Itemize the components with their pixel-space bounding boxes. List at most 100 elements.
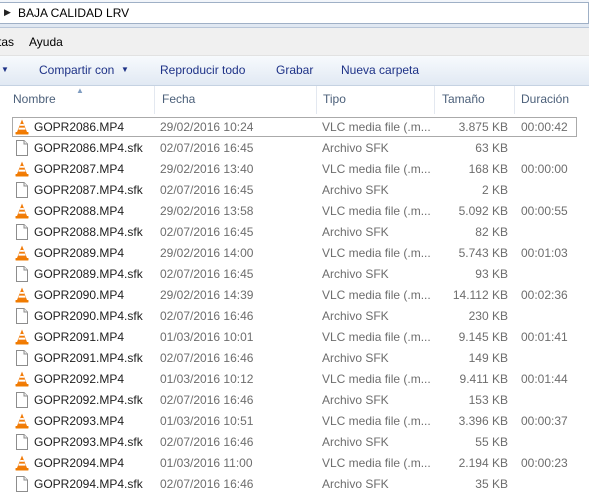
column-name[interactable]: Nombre — [13, 92, 56, 106]
file-row[interactable]: GOPR2087.MP4.sfk 02/07/2016 16:45 Archivo … — [0, 180, 589, 201]
file-date: 02/07/2016 16:45 — [160, 183, 254, 197]
file-type: Archivo SFK — [322, 309, 389, 323]
file-name: GOPR2090.MP4.sfk — [34, 309, 143, 323]
file-type: Archivo SFK — [322, 435, 389, 449]
file-name: GOPR2087.MP4 — [34, 162, 125, 176]
file-row[interactable]: GOPR2092.MP4.sfk 02/07/2016 16:46 Archivo … — [0, 390, 589, 411]
share-dropdown-icon[interactable]: ▼ — [121, 65, 129, 74]
file-name: GOPR2086.MP4.sfk — [34, 141, 143, 155]
file-date: 01/03/2016 10:51 — [160, 414, 254, 428]
command-bar: ▼ Compartir con ▼ Reproducir todo Grabar… — [0, 56, 589, 86]
file-row[interactable]: GOPR2094.MP4.sfk 02/07/2016 16:46 Archivo … — [0, 474, 589, 495]
file-type: Archivo SFK — [322, 183, 389, 197]
file-date: 02/07/2016 16:46 — [160, 435, 254, 449]
file-type: Archivo SFK — [322, 267, 389, 281]
column-divider[interactable] — [514, 86, 515, 114]
file-type: VLC media file (.m... — [322, 204, 431, 218]
column-type[interactable]: Tipo — [323, 92, 346, 106]
file-size: 2 KB — [481, 183, 508, 197]
column-divider[interactable] — [434, 86, 435, 114]
file-type: Archivo SFK — [322, 141, 389, 155]
file-date: 02/07/2016 16:45 — [160, 141, 254, 155]
file-type: VLC media file (.m... — [322, 246, 431, 260]
file-date: 01/03/2016 10:01 — [160, 330, 254, 344]
file-size: 3.396 KB — [458, 414, 508, 428]
file-row[interactable]: GOPR2091.MP4 01/03/2016 10:01 VLC media fi… — [0, 327, 589, 348]
file-name: GOPR2094.MP4.sfk — [34, 477, 143, 491]
file-row[interactable]: GOPR2093.MP4 01/03/2016 10:51 VLC media fi… — [0, 411, 589, 432]
file-duration: 00:00:55 — [521, 204, 568, 218]
blank-file-icon — [15, 392, 29, 408]
file-duration: 00:00:23 — [521, 456, 568, 470]
menu-tools[interactable]: tas — [0, 35, 14, 49]
file-size: 35 KB — [475, 477, 508, 491]
file-row[interactable]: GOPR2090.MP4 29/02/2016 14:39 VLC media fi… — [0, 285, 589, 306]
share-button[interactable]: Compartir con — [39, 63, 114, 77]
file-row[interactable]: GOPR2093.MP4.sfk 02/07/2016 16:46 Archivo … — [0, 432, 589, 453]
file-row[interactable]: GOPR2086.MP4 29/02/2016 10:24 VLC media fi… — [0, 117, 589, 138]
menu-bar: tas Ayuda — [0, 28, 589, 56]
file-name: GOPR2088.MP4.sfk — [34, 225, 143, 239]
file-name: GOPR2093.MP4.sfk — [34, 435, 143, 449]
column-date[interactable]: Fecha — [162, 92, 195, 106]
vlc-cone-icon — [15, 329, 29, 345]
file-row[interactable]: GOPR2089.MP4.sfk 02/07/2016 16:45 Archivo … — [0, 264, 589, 285]
vlc-cone-icon — [15, 203, 29, 219]
file-row[interactable]: GOPR2089.MP4 29/02/2016 14:00 VLC media fi… — [0, 243, 589, 264]
column-duration[interactable]: Duración — [521, 92, 569, 106]
file-date: 02/07/2016 16:46 — [160, 477, 254, 491]
file-date: 02/07/2016 16:45 — [160, 225, 254, 239]
file-row[interactable]: GOPR2086.MP4.sfk 02/07/2016 16:45 Archivo … — [0, 138, 589, 159]
file-row[interactable]: GOPR2094.MP4 01/03/2016 11:00 VLC media fi… — [0, 453, 589, 474]
blank-file-icon — [15, 350, 29, 366]
file-row[interactable]: GOPR2090.MP4.sfk 02/07/2016 16:46 Archivo … — [0, 306, 589, 327]
column-divider[interactable] — [154, 86, 155, 114]
play-all-button[interactable]: Reproducir todo — [160, 63, 245, 77]
file-type: VLC media file (.m... — [322, 456, 431, 470]
file-type: VLC media file (.m... — [322, 372, 431, 386]
vlc-cone-icon — [15, 245, 29, 261]
column-divider[interactable] — [316, 86, 317, 114]
vlc-cone-icon — [15, 455, 29, 471]
file-name: GOPR2092.MP4 — [34, 372, 125, 386]
file-row[interactable]: GOPR2088.MP4 29/02/2016 13:58 VLC media fi… — [0, 201, 589, 222]
new-folder-button[interactable]: Nueva carpeta — [341, 63, 419, 77]
file-duration: 00:01:03 — [521, 246, 568, 260]
file-date: 29/02/2016 10:24 — [160, 120, 254, 134]
column-size[interactable]: Tamaño — [442, 92, 485, 106]
blank-file-icon — [15, 224, 29, 240]
blank-file-icon — [15, 476, 29, 492]
file-type: VLC media file (.m... — [322, 120, 431, 134]
file-row[interactable]: GOPR2088.MP4.sfk 02/07/2016 16:45 Archivo … — [0, 222, 589, 243]
file-size: 168 KB — [468, 162, 508, 176]
file-date: 01/03/2016 11:00 — [160, 456, 253, 470]
file-size: 3.875 KB — [458, 120, 508, 134]
file-duration: 00:00:37 — [521, 414, 568, 428]
menu-help[interactable]: Ayuda — [29, 35, 63, 49]
file-name: GOPR2094.MP4 — [34, 456, 125, 470]
file-row[interactable]: GOPR2087.MP4 29/02/2016 13:40 VLC media fi… — [0, 159, 589, 180]
file-name: GOPR2090.MP4 — [34, 288, 125, 302]
blank-file-icon — [15, 434, 29, 450]
file-row[interactable]: GOPR2092.MP4 01/03/2016 10:12 VLC media fi… — [0, 369, 589, 390]
file-size: 14.112 KB — [452, 288, 508, 302]
file-date: 29/02/2016 14:00 — [160, 246, 254, 260]
file-size: 55 KB — [475, 435, 508, 449]
breadcrumb-folder[interactable]: BAJA CALIDAD LRV — [18, 6, 129, 20]
file-name: GOPR2088.MP4 — [34, 204, 125, 218]
blank-file-icon — [15, 182, 29, 198]
vlc-cone-icon — [15, 371, 29, 387]
file-row[interactable]: GOPR2091.MP4.sfk 02/07/2016 16:46 Archivo … — [0, 348, 589, 369]
address-field[interactable]: ▶ BAJA CALIDAD LRV — [0, 2, 589, 24]
file-size: 9.411 KB — [459, 372, 508, 386]
blank-file-icon — [15, 266, 29, 282]
blank-file-icon — [15, 308, 29, 324]
breadcrumb-arrow-icon[interactable]: ▶ — [4, 7, 11, 18]
file-name: GOPR2089.MP4.sfk — [34, 267, 143, 281]
file-size: 2.194 KB — [458, 456, 508, 470]
vlc-cone-icon — [15, 413, 29, 429]
burn-button[interactable]: Grabar — [276, 63, 313, 77]
file-type: VLC media file (.m... — [322, 162, 431, 176]
sort-ascending-icon: ▲ — [76, 86, 84, 95]
organize-dropdown-icon[interactable]: ▼ — [1, 65, 9, 74]
